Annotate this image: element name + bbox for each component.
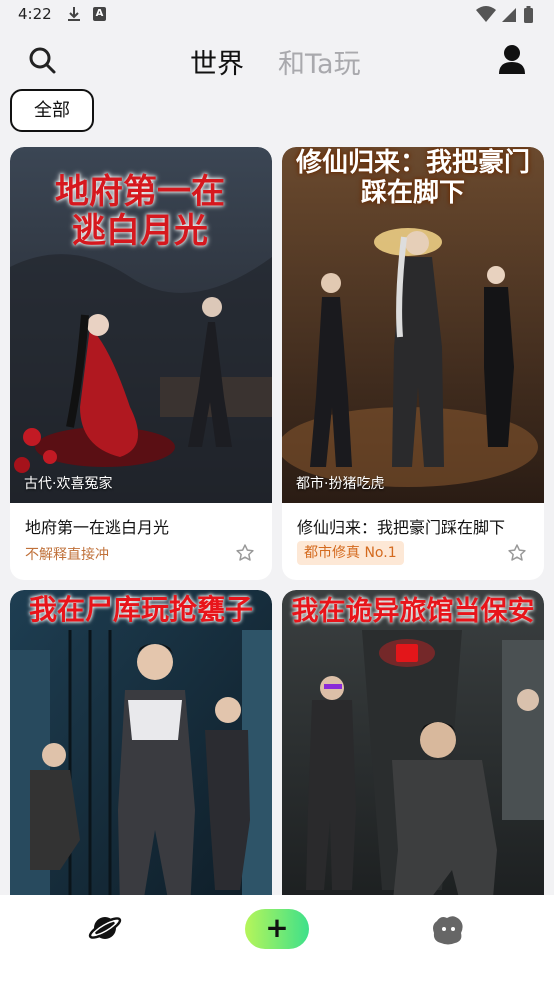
cover-title: 地府第一在逃白月光	[55, 172, 225, 252]
cover-art	[10, 590, 272, 910]
a-badge-icon: A	[93, 7, 106, 21]
search-icon[interactable]	[26, 44, 58, 76]
filter-chip-all[interactable]: 全部	[10, 89, 94, 132]
top-header: 世界 和Ta玩	[0, 36, 554, 86]
cover-title: 我在诡异旅馆当保安	[291, 596, 535, 627]
card-title: 地府第一在逃白月光	[25, 518, 170, 537]
character-icon[interactable]	[431, 913, 465, 945]
signal-icon	[502, 8, 516, 22]
status-icons	[476, 6, 533, 23]
card-cover: 修仙归来：我把豪门踩在脚下 都市·扮猪吃虎	[282, 147, 544, 503]
card-cover: 我在诡异旅馆当保安	[282, 590, 544, 910]
card-badge: 都市修真 No.1	[297, 541, 404, 565]
status-bar: 4:22 A	[0, 0, 554, 30]
card-title: 修仙归来：我把豪门踩在脚下	[297, 518, 506, 537]
card-cover: 我在尸库玩抢甕子	[10, 590, 272, 910]
cover-title: 修仙归来：我把豪门踩在脚下	[295, 148, 530, 208]
story-card[interactable]: 修仙归来：我把豪门踩在脚下 都市·扮猪吃虎 修仙归来：我把豪门踩在脚下 都市修真…	[282, 147, 544, 580]
planet-icon[interactable]	[88, 911, 122, 945]
story-card[interactable]: 我在诡异旅馆当保安	[282, 590, 544, 910]
cover-title: 我在尸库玩抢甕子	[28, 593, 253, 626]
story-card[interactable]: 地府第一在逃白月光 古代·欢喜冤家 地府第一在逃白月光 不解释直接冲	[10, 147, 272, 580]
cover-art	[282, 590, 544, 910]
status-time: 4:22	[18, 5, 52, 23]
tab-play-with-ta[interactable]: 和Ta玩	[278, 42, 361, 81]
star-icon[interactable]	[235, 543, 255, 563]
add-icon: +	[265, 911, 289, 944]
card-tag: 都市·扮猪吃虎	[296, 476, 385, 492]
battery-icon	[524, 8, 533, 23]
star-icon[interactable]	[507, 543, 527, 563]
bottom-nav: +	[0, 895, 554, 984]
tab-world[interactable]: 世界	[190, 42, 244, 81]
card-subtitle: 不解释直接冲	[25, 547, 109, 563]
profile-icon[interactable]	[497, 44, 527, 76]
wifi-icon	[476, 6, 496, 22]
card-cover: 地府第一在逃白月光 古代·欢喜冤家	[10, 147, 272, 503]
create-button[interactable]: +	[245, 909, 309, 949]
story-card[interactable]: 我在尸库玩抢甕子	[10, 590, 272, 910]
download-icon	[68, 7, 80, 21]
card-tag: 古代·欢喜冤家	[24, 476, 113, 492]
